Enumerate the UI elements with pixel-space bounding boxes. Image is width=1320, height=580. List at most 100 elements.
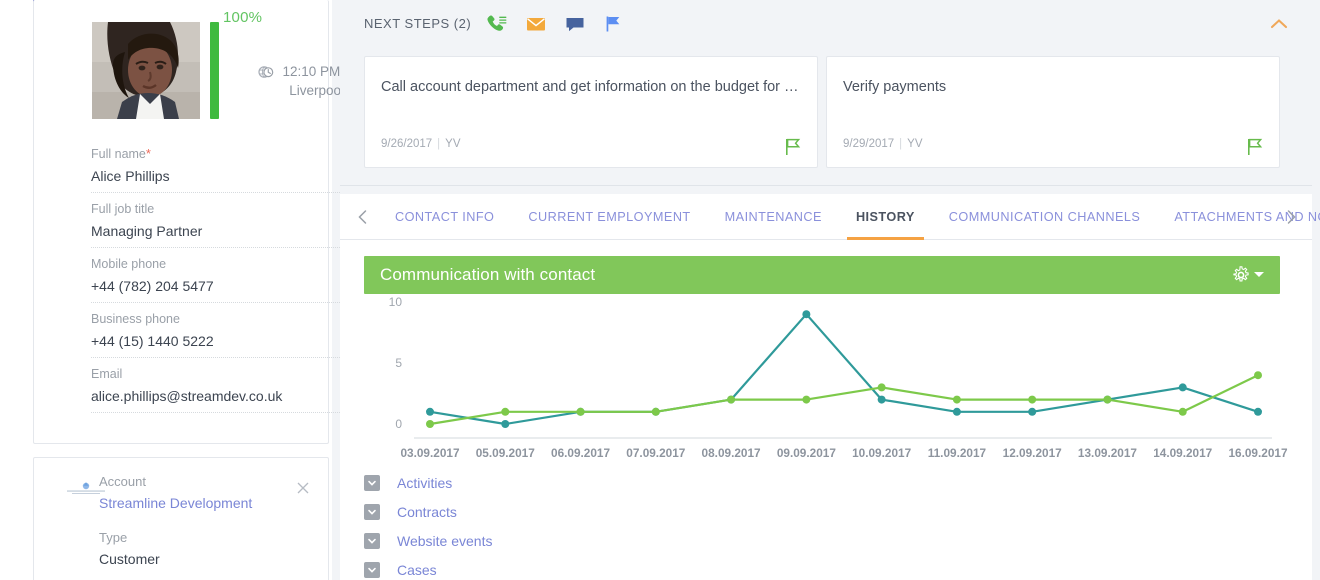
x-tick-label: 10.09.2017	[852, 446, 912, 460]
message-icon[interactable]	[564, 14, 586, 34]
task-owner: YV	[907, 138, 923, 150]
field-business-phone: Business phone +44 (15) 1440 5222	[91, 311, 340, 358]
x-tick-label: 11.09.2017	[927, 446, 987, 460]
field-value[interactable]: +44 (15) 1440 5222	[91, 327, 340, 358]
series-line-activities	[429, 313, 1259, 426]
tab-label: CURRENT EMPLOYMENT	[528, 210, 691, 224]
task-title: Verify payments	[843, 79, 947, 95]
task-date: 9/29/2017	[843, 138, 895, 150]
tab-label: MAINTENANCE	[724, 210, 822, 224]
legend-label[interactable]: Website events	[397, 533, 492, 549]
tab-contact-info[interactable]: CONTACT INFO	[378, 194, 511, 240]
field-label: Full name*	[91, 146, 151, 161]
legend-item[interactable]: Cases	[364, 555, 764, 580]
data-point[interactable]	[1254, 371, 1262, 380]
data-point[interactable]	[802, 395, 811, 404]
task-card[interactable]: Call account department and get informat…	[364, 56, 818, 168]
data-point[interactable]	[952, 407, 961, 416]
x-tick-label: 07.09.2017	[626, 446, 686, 460]
legend-label[interactable]: Contracts	[397, 504, 457, 520]
data-point[interactable]	[426, 420, 434, 428]
tab-label: HISTORY	[855, 210, 915, 224]
field-email: Email alice.phillips@streamdev.co.uk	[91, 366, 340, 413]
legend-item[interactable]: Website events	[364, 526, 764, 555]
tab-history[interactable]: HISTORY	[839, 194, 932, 240]
legend-label[interactable]: Activities	[397, 475, 452, 491]
completeness-progress-bar	[210, 22, 219, 119]
task-date: 9/26/2017	[381, 138, 433, 150]
flag-icon[interactable]	[785, 138, 801, 156]
y-tick-label: 10	[389, 295, 403, 309]
chevron-down-icon[interactable]	[364, 503, 380, 520]
data-point[interactable]	[727, 395, 736, 404]
x-tick-label: 06.09.2017	[551, 446, 611, 460]
x-tick-label: 13.09.2017	[1077, 446, 1137, 460]
data-point[interactable]	[1178, 407, 1187, 416]
data-point[interactable]	[877, 383, 886, 392]
x-tick-label: 12.09.2017	[1002, 446, 1062, 460]
field-label: Email	[91, 367, 123, 381]
chart-title: Communication with contact	[380, 265, 596, 284]
account-link[interactable]: Streamline Development	[99, 495, 252, 511]
data-point[interactable]	[651, 407, 660, 416]
legend-item[interactable]: Contracts	[364, 497, 764, 526]
data-point[interactable]	[576, 407, 585, 416]
tab-communication-channels[interactable]: COMMUNICATION CHANNELS	[932, 194, 1158, 240]
gear-icon[interactable]	[1232, 266, 1250, 284]
task-title: Call account department and get informat…	[381, 79, 801, 95]
data-point[interactable]	[1178, 383, 1187, 392]
x-tick-label: 16.09.2017	[1228, 446, 1288, 460]
tab-maintenance[interactable]: MAINTENANCE	[708, 194, 839, 240]
left-edge-strip	[0, 0, 12, 580]
main-content: NEXT STEPS (2) Call account department a…	[332, 0, 1320, 580]
tab-current-employment[interactable]: CURRENT EMPLOYMENT	[511, 194, 707, 240]
chart-header: Communication with contact	[364, 256, 1280, 294]
account-label: Account	[99, 474, 146, 489]
chart-panel: Communication with contact 0 5 10 03.09.20…	[340, 240, 1312, 580]
data-point[interactable]	[1103, 395, 1112, 404]
chevron-down-icon[interactable]	[364, 532, 380, 549]
field-value[interactable]: +44 (782) 204 5477	[91, 272, 340, 303]
data-point[interactable]	[1028, 407, 1037, 416]
data-point[interactable]	[1254, 407, 1262, 416]
call-icon[interactable]	[486, 14, 508, 34]
chart-legend-list: Activities Contracts Website events Cases	[364, 468, 764, 580]
data-point[interactable]	[426, 407, 434, 416]
field-full-name: Full name* Alice Phillips	[91, 146, 340, 193]
chevron-down-icon[interactable]	[364, 474, 380, 491]
left-sidebar: 100% 12:10 PM, Liverpool Full name* Alic…	[0, 0, 344, 580]
x-tick-label: 05.09.2017	[475, 446, 535, 460]
email-icon[interactable]	[525, 14, 547, 34]
next-steps-title: NEXT STEPS (2)	[364, 16, 472, 31]
x-tick-label: 14.09.2017	[1153, 446, 1213, 460]
task-card[interactable]: Verify payments 9/29/2017 | YV	[826, 56, 1280, 168]
chevron-left-icon[interactable]	[354, 208, 372, 226]
chevron-up-icon[interactable]	[1266, 14, 1292, 34]
chevron-down-icon[interactable]	[364, 561, 380, 578]
data-point[interactable]	[501, 407, 510, 416]
field-value[interactable]: Alice Phillips	[91, 162, 340, 193]
data-point[interactable]	[1028, 395, 1037, 404]
legend-label[interactable]: Cases	[397, 562, 437, 578]
legend-item[interactable]: Activities	[364, 468, 764, 497]
field-value[interactable]: Managing Partner	[91, 217, 340, 248]
data-point[interactable]	[877, 395, 886, 404]
field-mobile-phone: Mobile phone +44 (782) 204 5477	[91, 256, 340, 303]
x-tick-label: 08.09.2017	[701, 446, 761, 460]
x-tick-label: 09.09.2017	[776, 446, 836, 460]
y-tick-label: 5	[395, 356, 402, 370]
field-full-job-title: Full job title Managing Partner	[91, 201, 340, 248]
data-point[interactable]	[501, 420, 510, 428]
type-value: Customer	[99, 551, 160, 567]
profile-card: 100% 12:10 PM, Liverpool Full name* Alic…	[33, 0, 344, 444]
chevron-right-icon[interactable]	[1282, 208, 1300, 226]
caret-down-icon[interactable]	[1254, 272, 1264, 277]
field-label: Full job title	[91, 202, 155, 216]
data-point[interactable]	[802, 310, 811, 319]
field-value[interactable]: alice.phillips@streamdev.co.uk	[91, 382, 340, 413]
data-point[interactable]	[952, 395, 961, 404]
close-icon[interactable]	[294, 481, 312, 499]
flag-icon[interactable]	[1247, 138, 1263, 156]
task-flag-icon[interactable]	[602, 14, 624, 34]
next-steps-header: NEXT STEPS (2)	[340, 0, 1312, 51]
